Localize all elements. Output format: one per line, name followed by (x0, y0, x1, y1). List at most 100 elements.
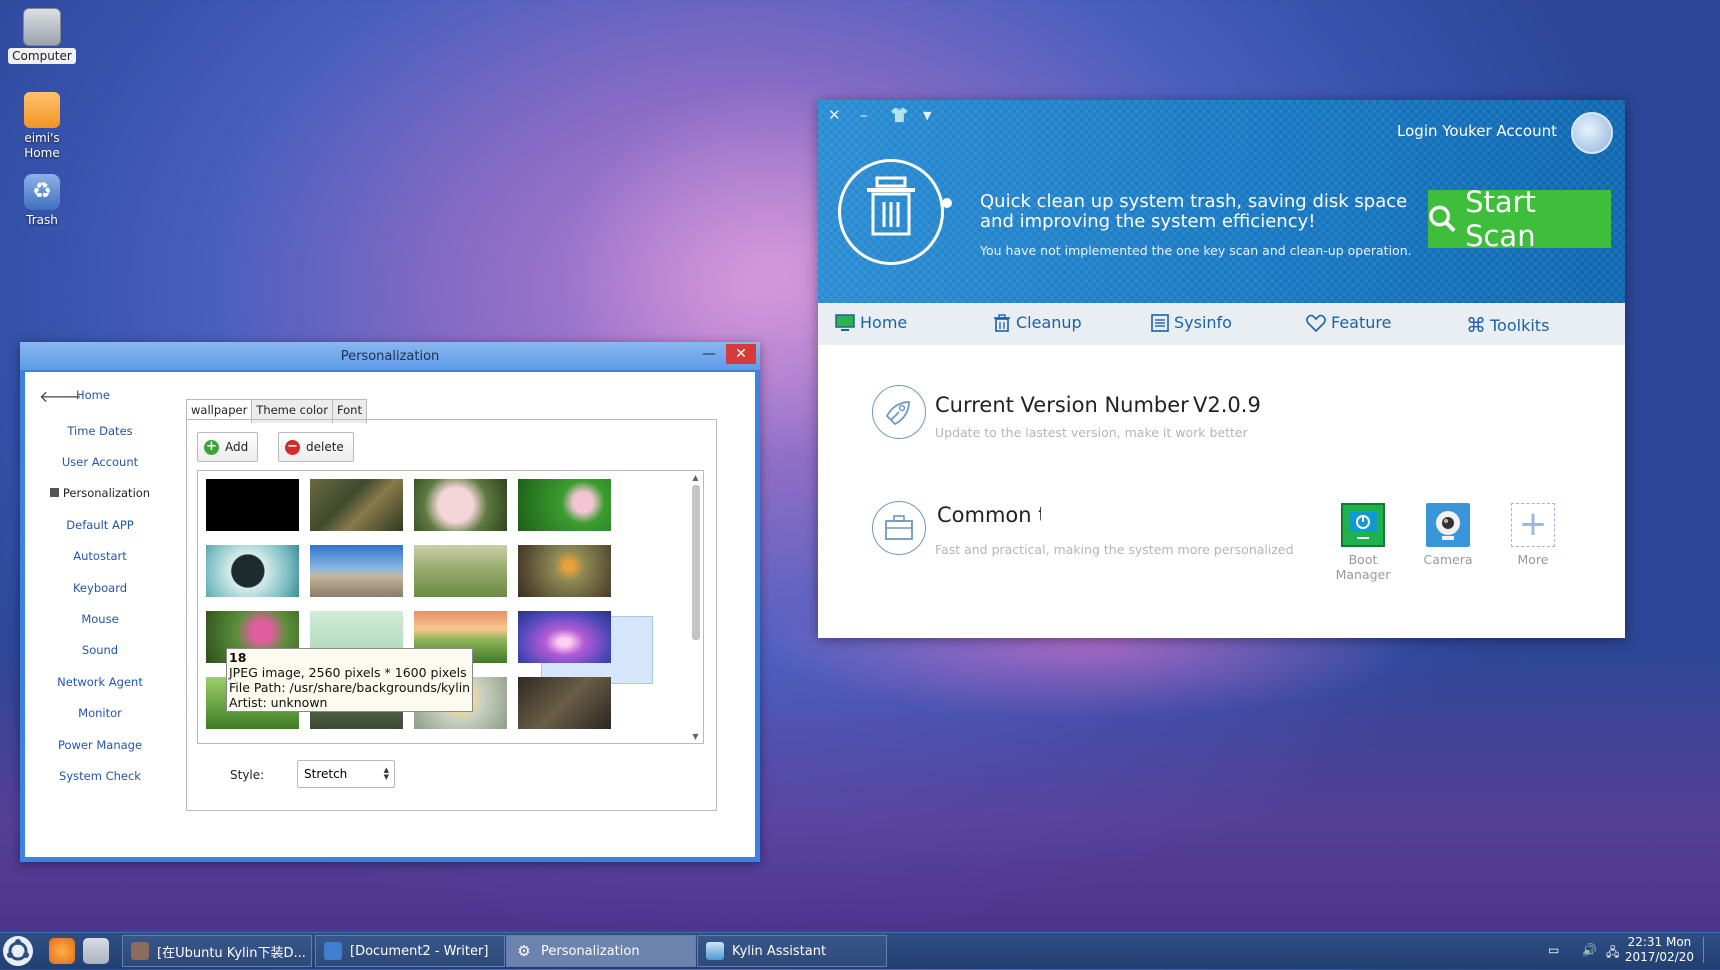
nav-home[interactable]: Home (835, 313, 907, 332)
desktop-icon-label: eimi's Home (24, 131, 60, 160)
more-tool[interactable]: + More (1490, 503, 1576, 567)
scroll-up-icon[interactable]: ▲ (690, 473, 701, 482)
kylin-assistant-icon (706, 942, 724, 960)
nav-label: Home (860, 313, 908, 332)
taskbar-item-browser[interactable]: [在Ubuntu Kylin下装D... (122, 935, 312, 967)
start-menu-button[interactable] (3, 936, 33, 966)
wallpaper-thumbnail[interactable] (206, 479, 299, 531)
desktop-icon-trash[interactable]: ♻ Trash (6, 174, 78, 228)
skin-icon[interactable]: 👕 (890, 106, 909, 124)
desktop-icon-home[interactable]: eimi's Home (6, 92, 78, 161)
nav-toolkits[interactable]: ⌘ Toolkits (1466, 313, 1549, 337)
monitor-icon (835, 314, 855, 331)
volume-icon[interactable]: 🔊 (1582, 943, 1597, 957)
sidebar-item-sound[interactable]: Sound (25, 643, 175, 657)
avatar[interactable] (1571, 112, 1613, 154)
taskbar-item-personalization[interactable]: ⚙ Personalization (506, 935, 696, 967)
wallpaper-scrollbar[interactable]: ▲ ▼ (690, 473, 701, 741)
sidebar-item-default-app[interactable]: Default APP (25, 518, 175, 532)
window-titlebar[interactable]: Personalization — ✕ (20, 342, 760, 370)
close-button[interactable]: ✕ (726, 344, 756, 364)
camera-tool[interactable]: Camera (1405, 503, 1491, 567)
wallpaper-thumbnail-selected[interactable] (518, 611, 611, 663)
nav-cleanup[interactable]: Cleanup (993, 313, 1082, 332)
heart-icon (1306, 314, 1326, 332)
scrollbar-thumb[interactable] (692, 485, 700, 640)
taskbar-item-label: [Document2 - Writer] (350, 943, 489, 959)
delete-button[interactable]: − delete (278, 432, 354, 462)
writer-icon (324, 942, 342, 960)
wallpaper-thumbnail[interactable] (518, 545, 611, 597)
boot-manager-tool[interactable]: Boot Manager (1320, 503, 1406, 582)
firefox-icon[interactable] (49, 938, 75, 964)
sidebar-item-mouse[interactable]: Mouse (25, 612, 175, 626)
desktop-icon-computer[interactable]: Computer (6, 8, 78, 64)
wallpaper-thumbnail[interactable] (206, 545, 299, 597)
login-link[interactable]: Login Youker Account (1397, 122, 1557, 140)
sidebar-item-network-agent[interactable]: Network Agent (25, 675, 175, 689)
nav-label: Sysinfo (1174, 313, 1232, 332)
close-icon[interactable]: ✕ (828, 106, 841, 124)
show-desktop-button[interactable] (1703, 937, 1716, 963)
cleanup-headline: Quick clean up system trash, saving disk… (980, 191, 1408, 232)
sidebar-item-power-manage[interactable]: Power Manage (25, 738, 175, 752)
sidebar-item-keyboard[interactable]: Keyboard (25, 581, 175, 595)
nav-sysinfo[interactable]: Sysinfo (1151, 313, 1232, 332)
sidebar-home-link[interactable]: Home (76, 388, 110, 402)
file-manager-icon[interactable] (83, 938, 109, 964)
command-icon: ⌘ (1466, 313, 1486, 337)
wallpaper-thumbnail[interactable] (310, 479, 403, 531)
kylin-header: ✕ – 👕 ▼ Login Youker Account Quick clean… (818, 100, 1625, 303)
nav-label: Feature (1331, 313, 1392, 332)
network-icon[interactable]: 🖧 (1606, 943, 1619, 964)
sidebar: 🡐 Home Time Dates User Account Personali… (25, 372, 185, 857)
sidebar-item-personalization[interactable]: Personalization (25, 486, 175, 500)
sidebar-item-user-account[interactable]: User Account (25, 455, 175, 469)
minus-circle-icon: − (285, 439, 300, 455)
wallpaper-tooltip: 18 JPEG image, 2560 pixels * 1600 pixels… (226, 648, 474, 712)
tooltip-path: File Path: /usr/share/backgrounds/kylin (229, 680, 471, 695)
power-monitor-icon (1341, 503, 1385, 547)
rocket-icon (872, 385, 926, 439)
nav-feature[interactable]: Feature (1306, 313, 1391, 332)
gear-icon: ⚙ (517, 942, 531, 960)
tool-label: More (1517, 552, 1549, 567)
wallpaper-thumbnail[interactable] (518, 479, 611, 531)
trash-icon (838, 159, 944, 265)
keyboard-tray-icon[interactable]: ▭ (1548, 943, 1559, 957)
wallpaper-thumbnail[interactable] (414, 479, 507, 531)
window-title: Personalization (340, 348, 440, 364)
kylin-assistant-window: ✕ – 👕 ▼ Login Youker Account Quick clean… (818, 100, 1625, 638)
minimize-icon[interactable]: – (860, 106, 868, 124)
firefox-icon (131, 942, 149, 960)
taskbar-item-label: Kylin Assistant (732, 943, 827, 959)
menu-dropdown-icon[interactable]: ▼ (923, 109, 931, 122)
start-scan-button[interactable]: Start Scan (1428, 185, 1611, 253)
sidebar-item-monitor[interactable]: Monitor (25, 706, 175, 720)
wallpaper-panel: + Add − delete ▲ ▼ 18 JPEG image, 2560 p… (186, 419, 717, 811)
tooltip-artist: Artist: unknown (229, 695, 328, 710)
clock-time: 22:31 Mon (1627, 935, 1692, 949)
select-arrows-icon: ▲ ▼ (383, 766, 389, 781)
version-subtitle: Update to the lastest version, make it w… (935, 425, 1248, 440)
taskbar-item-label: Personalization (541, 943, 640, 959)
scroll-down-icon[interactable]: ▼ (690, 732, 701, 741)
home-folder-icon (24, 92, 60, 128)
sidebar-item-system-check[interactable]: System Check (25, 769, 175, 783)
style-select[interactable]: Stretch ▲ ▼ (297, 760, 395, 788)
version-title: Current Version Number (935, 393, 1189, 417)
add-button[interactable]: + Add (197, 432, 259, 462)
wallpaper-thumbnail[interactable] (310, 545, 403, 597)
taskbar-item-kylin-assistant[interactable]: Kylin Assistant (697, 935, 887, 967)
toolbox-icon (872, 501, 926, 555)
clock[interactable]: 22:31 Mon 2017/02/20 (1625, 935, 1694, 965)
sidebar-item-time-dates[interactable]: Time Dates (25, 424, 175, 438)
wallpaper-grid: ▲ ▼ 18 JPEG image, 2560 pixels * 1600 pi… (197, 470, 704, 744)
wallpaper-thumbnail[interactable] (518, 677, 611, 729)
wallpaper-thumbnail[interactable] (414, 545, 507, 597)
computer-icon (23, 8, 61, 46)
minimize-button[interactable]: — (696, 344, 722, 364)
taskbar-item-writer[interactable]: [Document2 - Writer] (315, 935, 505, 967)
kylin-content: Current Version Number V2.0.9 Update to … (818, 345, 1625, 638)
sidebar-item-autostart[interactable]: Autostart (25, 549, 175, 563)
